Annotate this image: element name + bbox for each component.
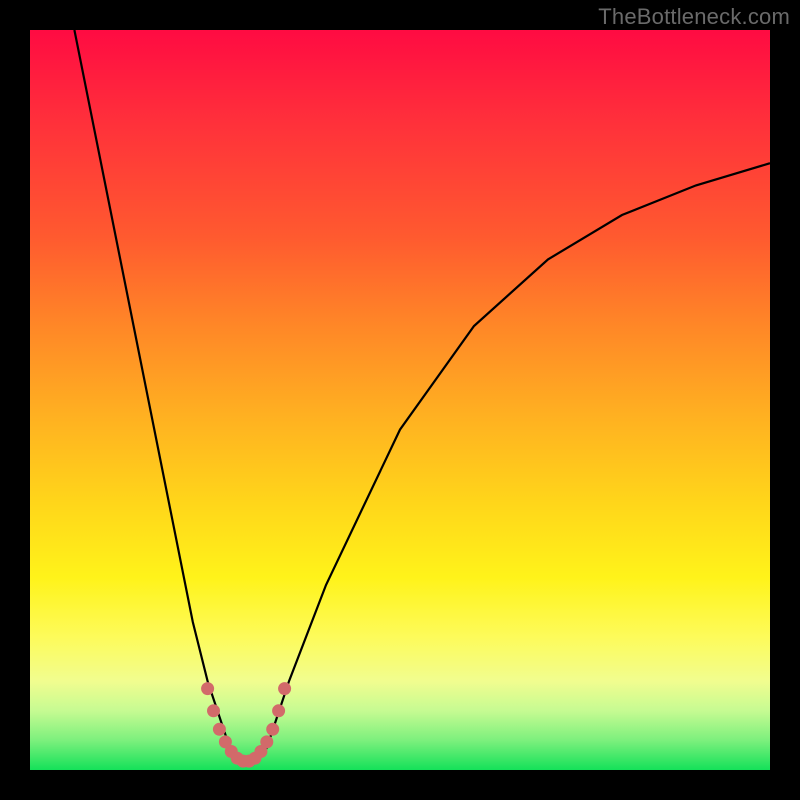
highlight-dot: [260, 735, 273, 748]
highlight-dot: [207, 704, 220, 717]
curve-svg: [30, 30, 770, 770]
bottleneck-curve: [74, 30, 770, 763]
watermark-text: TheBottleneck.com: [598, 4, 790, 30]
highlight-dot: [213, 723, 226, 736]
plot-area: [30, 30, 770, 770]
chart-frame: TheBottleneck.com: [0, 0, 800, 800]
highlight-segment: [201, 682, 291, 768]
highlight-dot: [266, 723, 279, 736]
highlight-dot: [278, 682, 291, 695]
highlight-dot: [272, 704, 285, 717]
highlight-dot: [201, 682, 214, 695]
